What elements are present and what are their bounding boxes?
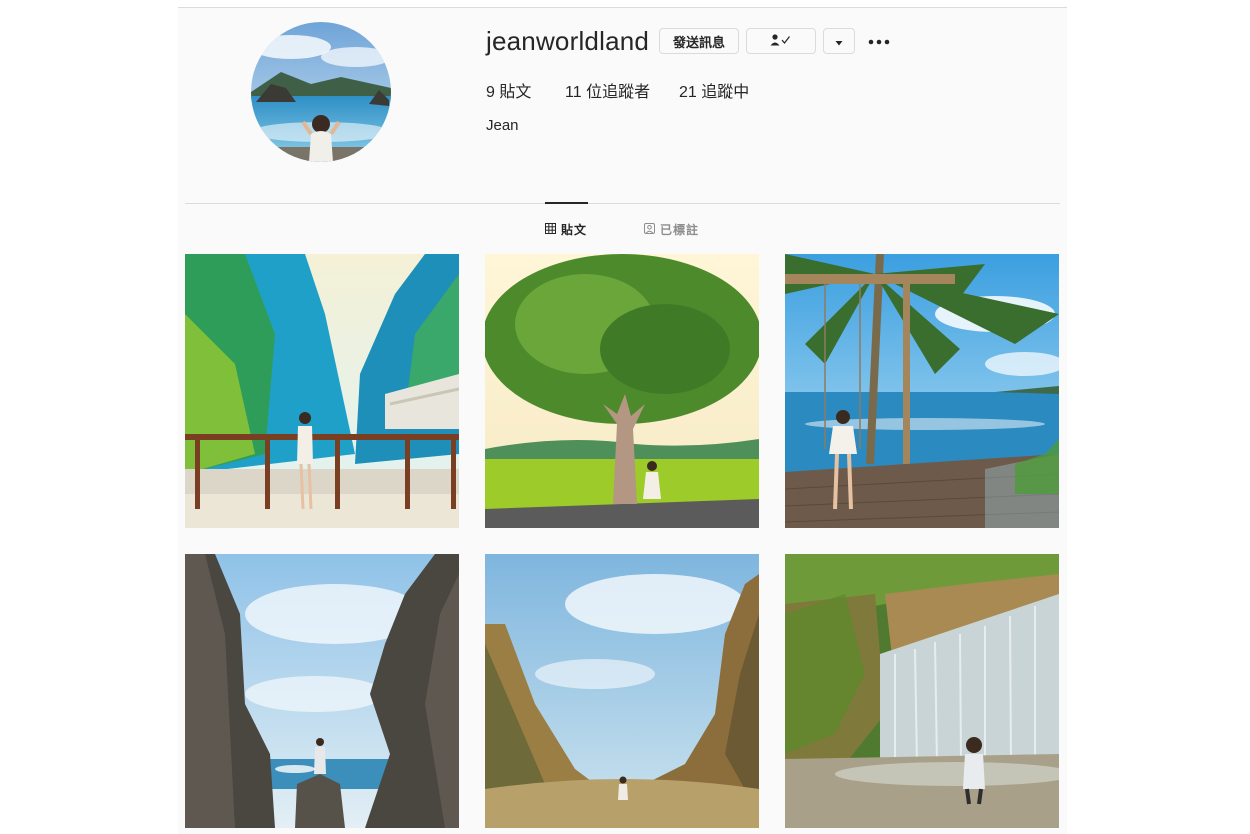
caret-down-icon xyxy=(834,34,844,49)
tagged-icon xyxy=(644,222,655,237)
post-thumbnail[interactable] xyxy=(485,254,759,528)
followers-count: 11 xyxy=(565,84,582,101)
post-thumbnail[interactable] xyxy=(185,254,459,528)
post-thumbnail[interactable] xyxy=(785,554,1059,828)
more-icon xyxy=(868,32,890,50)
tab-posts[interactable]: 貼文 xyxy=(545,221,587,238)
followers-stat[interactable]: 11 位追蹤者 xyxy=(565,78,650,102)
tab-tagged[interactable]: 已標註 xyxy=(644,221,699,238)
following-count: 21 xyxy=(679,84,697,101)
tab-tagged-label: 已標註 xyxy=(660,223,700,237)
tabs-divider xyxy=(185,203,1060,204)
grid-icon xyxy=(545,222,556,237)
send-message-button[interactable]: 發送訊息 xyxy=(659,28,739,54)
profile-display-name: Jean xyxy=(486,117,519,134)
tab-posts-label: 貼文 xyxy=(561,223,588,237)
followers-label: 位追蹤者 xyxy=(586,84,651,101)
posts-label: 貼文 xyxy=(499,84,532,101)
suggestions-dropdown-button[interactable] xyxy=(823,28,855,54)
profile-page: jeanworldland 發送訊息 9 貼文 11 位追蹤者 21 追蹤中 J… xyxy=(178,7,1067,834)
post-thumbnail[interactable] xyxy=(785,254,1059,528)
following-button[interactable] xyxy=(746,28,816,54)
profile-avatar[interactable] xyxy=(251,22,391,162)
following-label: 追蹤中 xyxy=(701,84,750,101)
post-thumbnail[interactable] xyxy=(185,554,459,828)
person-check-icon xyxy=(770,33,792,49)
active-tab-indicator xyxy=(545,202,588,204)
profile-username: jeanworldland xyxy=(486,26,650,56)
more-options-button[interactable] xyxy=(867,29,891,53)
posts-stat: 9 貼文 xyxy=(486,78,531,102)
following-stat[interactable]: 21 追蹤中 xyxy=(679,78,749,102)
post-thumbnail[interactable] xyxy=(485,554,759,828)
posts-count: 9 xyxy=(486,84,495,101)
